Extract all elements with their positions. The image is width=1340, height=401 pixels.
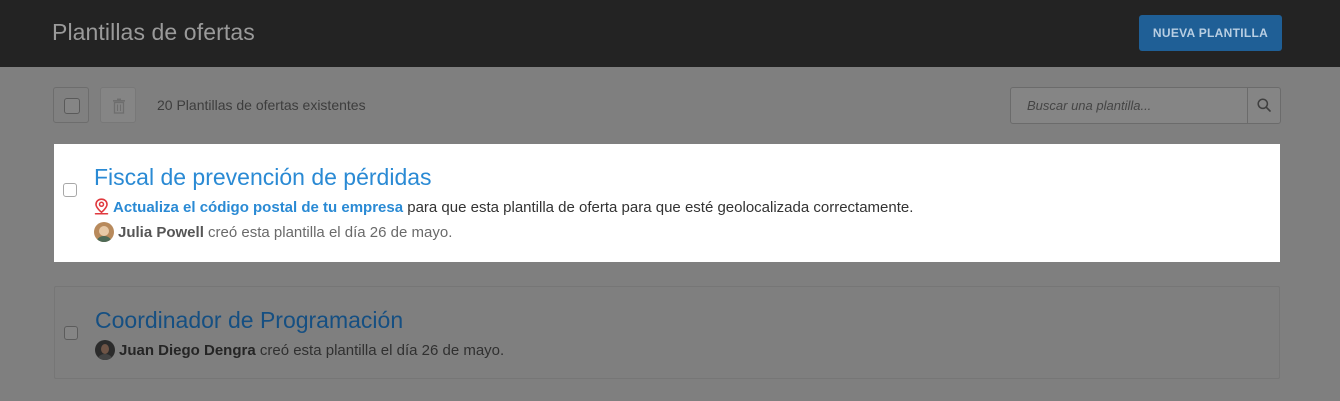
- template-title[interactable]: Coordinador de Programación: [95, 307, 403, 334]
- template-title[interactable]: Fiscal de prevención de pérdidas: [94, 164, 432, 191]
- map-pin-icon: [94, 198, 109, 215]
- author-name: Julia Powell: [118, 224, 204, 241]
- search-button[interactable]: [1247, 88, 1280, 123]
- template-meta: Julia Powell creó esta plantilla el día …: [94, 222, 452, 242]
- top-bar: Plantillas de ofertas NUEVA PLANTILLA: [0, 0, 1340, 67]
- notice-text: para que esta plantilla de oferta para q…: [403, 199, 914, 216]
- avatar: [95, 340, 115, 360]
- update-postal-code-link[interactable]: Actualiza el código postal de tu empresa: [113, 199, 403, 216]
- template-meta: Juan Diego Dengra creó esta plantilla el…: [95, 340, 504, 360]
- template-checkbox[interactable]: [64, 326, 78, 340]
- new-template-button[interactable]: NUEVA PLANTILLA: [1139, 15, 1282, 51]
- template-card: Coordinador de Programación Juan Diego D…: [54, 286, 1280, 379]
- checkbox-box: [64, 98, 80, 114]
- template-card: Fiscal de prevención de pérdidas Actuali…: [54, 144, 1280, 262]
- created-text: creó esta plantilla el día 26 de mayo.: [255, 342, 505, 359]
- template-checkbox[interactable]: [63, 183, 77, 197]
- geolocation-notice: Actualiza el código postal de tu empresa…: [94, 198, 913, 216]
- delete-button[interactable]: [100, 87, 136, 123]
- page-title: Plantillas de ofertas: [52, 19, 255, 45]
- search-icon: [1257, 98, 1271, 112]
- created-text: creó esta plantilla el día 26 de mayo.: [203, 224, 453, 241]
- search-box: [1010, 87, 1281, 124]
- template-count: 20 Plantillas de ofertas existentes: [157, 97, 366, 113]
- avatar: [94, 222, 114, 242]
- search-input[interactable]: [1011, 88, 1247, 123]
- select-all-checkbox[interactable]: [53, 87, 89, 123]
- author-name: Juan Diego Dengra: [119, 342, 256, 359]
- trash-icon: [113, 98, 125, 114]
